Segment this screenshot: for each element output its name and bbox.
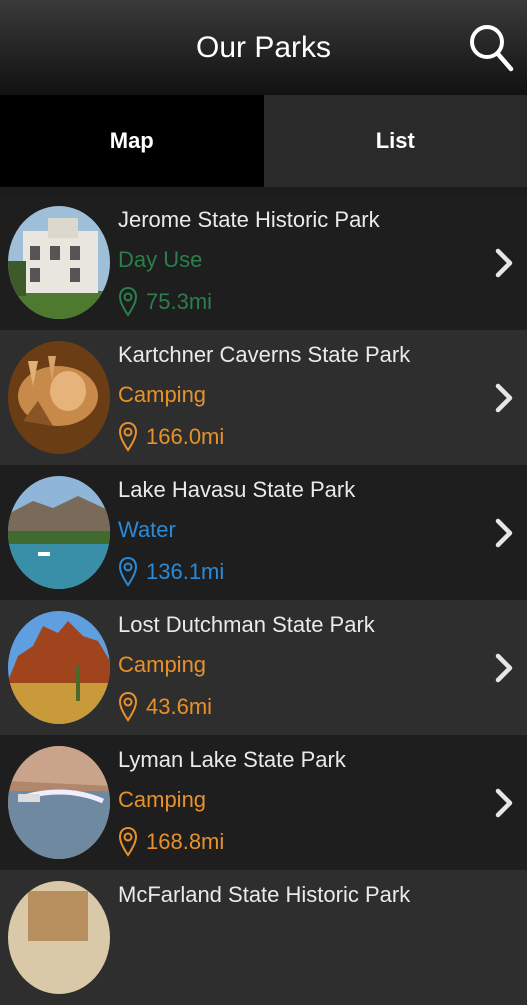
tab-list-label: List	[376, 128, 415, 154]
park-category: Camping	[118, 779, 467, 821]
park-thumbnail	[8, 341, 110, 454]
park-row-jerome[interactable]: Jerome State Historic Park Day Use 75.3m…	[0, 195, 527, 330]
park-row-mcfarland[interactable]: McFarland State Historic Park	[0, 870, 527, 1005]
chevron-right-icon	[493, 517, 515, 549]
park-thumbnail	[8, 746, 110, 859]
park-thumbnail	[8, 206, 110, 319]
park-thumbnail	[8, 611, 110, 724]
park-category: Camping	[118, 644, 467, 686]
park-distance-value: 136.1mi	[146, 559, 224, 585]
park-distance: 43.6mi	[118, 686, 467, 728]
page-title: Our Parks	[196, 31, 331, 65]
location-pin-icon	[118, 691, 138, 723]
location-pin-icon	[118, 421, 138, 453]
park-thumbnail	[8, 881, 110, 994]
park-info: McFarland State Historic Park	[118, 880, 467, 914]
location-pin-icon	[118, 826, 138, 858]
chevron-right-icon	[493, 382, 515, 414]
park-row-lake-havasu[interactable]: Lake Havasu State Park Water 136.1mi	[0, 465, 527, 600]
park-distance: 136.1mi	[118, 551, 467, 593]
park-info: Kartchner Caverns State Park Camping 166…	[118, 340, 467, 458]
park-info: Lyman Lake State Park Camping 168.8mi	[118, 745, 467, 863]
app-header: Our Parks	[0, 0, 527, 95]
view-tabs: Map List	[0, 95, 527, 187]
park-info: Lake Havasu State Park Water 136.1mi	[118, 475, 467, 593]
parks-list[interactable]: Jerome State Historic Park Day Use 75.3m…	[0, 195, 527, 1005]
tab-list[interactable]: List	[264, 95, 527, 187]
park-name: Lyman Lake State Park	[118, 745, 467, 779]
search-button[interactable]	[467, 22, 515, 74]
park-category: Camping	[118, 374, 467, 416]
park-row-kartchner[interactable]: Kartchner Caverns State Park Camping 166…	[0, 330, 527, 465]
tabs-divider	[0, 187, 527, 195]
park-distance-value: 166.0mi	[146, 424, 224, 450]
park-distance: 75.3mi	[118, 281, 467, 323]
park-info: Jerome State Historic Park Day Use 75.3m…	[118, 205, 467, 323]
park-name: McFarland State Historic Park	[118, 880, 467, 914]
chevron-right-icon	[493, 247, 515, 279]
park-category: Day Use	[118, 239, 467, 281]
park-row-lost-dutchman[interactable]: Lost Dutchman State Park Camping 43.6mi	[0, 600, 527, 735]
park-name: Lost Dutchman State Park	[118, 610, 467, 644]
park-thumbnail	[8, 476, 110, 589]
park-name: Kartchner Caverns State Park	[118, 340, 467, 374]
park-category: Water	[118, 509, 467, 551]
park-name: Jerome State Historic Park	[118, 205, 467, 239]
park-row-lyman-lake[interactable]: Lyman Lake State Park Camping 168.8mi	[0, 735, 527, 870]
park-distance-value: 75.3mi	[146, 289, 212, 315]
park-info: Lost Dutchman State Park Camping 43.6mi	[118, 610, 467, 728]
location-pin-icon	[118, 286, 138, 318]
location-pin-icon	[118, 556, 138, 588]
park-distance: 168.8mi	[118, 821, 467, 863]
park-distance: 166.0mi	[118, 416, 467, 458]
tab-map-label: Map	[110, 128, 154, 154]
park-distance-value: 168.8mi	[146, 829, 224, 855]
chevron-right-icon	[493, 652, 515, 684]
tab-map[interactable]: Map	[0, 95, 264, 187]
search-icon	[467, 22, 515, 74]
chevron-right-icon	[493, 787, 515, 819]
park-name: Lake Havasu State Park	[118, 475, 467, 509]
park-distance-value: 43.6mi	[146, 694, 212, 720]
